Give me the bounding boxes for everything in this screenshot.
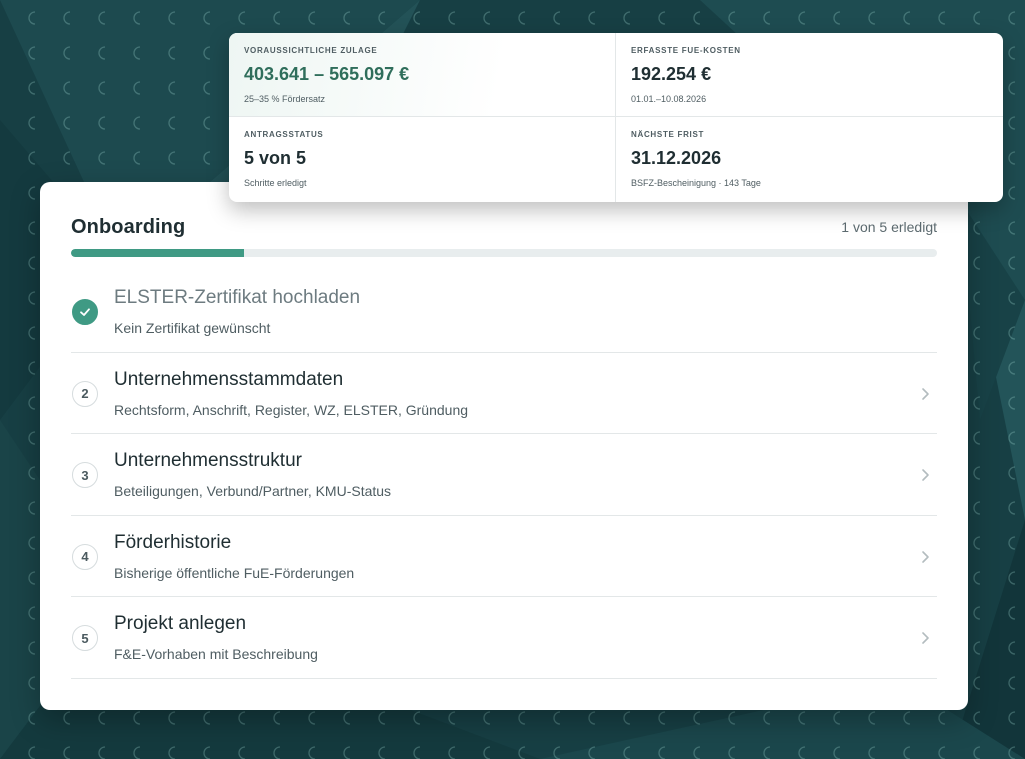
step-title: Förderhistorie	[114, 531, 232, 553]
chevron-right-icon[interactable]	[919, 384, 933, 404]
step-subtitle: Bisherige öffentliche FuE-Förderungen	[114, 564, 355, 581]
kpi-frist: NÄCHSTE FRIST 31.12.2026 BSFZ-Bescheinig…	[616, 117, 1003, 202]
onboarding-progress-fill	[71, 249, 245, 257]
step-subtitle: Beteiligungen, Verbund/Partner, KMU-Stat…	[114, 483, 392, 499]
step-number: 2	[72, 380, 98, 407]
kpi-frist-value: 31.12.2026	[631, 148, 722, 168]
kpi-kosten-sub: 01.01.–10.08.2026	[631, 94, 707, 104]
chevron-right-icon[interactable]	[919, 628, 933, 648]
onboarding-title: Onboarding	[71, 215, 186, 238]
step-subtitle: F&E-Vorhaben mit Beschreibung	[114, 646, 318, 662]
kpi-summary-card: VORAUSSICHTLICHE ZULAGE 403.641 – 565.09…	[229, 33, 1003, 202]
kpi-status-label: ANTRAGSSTATUS	[244, 130, 324, 139]
onboarding-card: Onboarding 1 von 5 erledigt ELSTER-Zerti…	[40, 182, 968, 710]
onboarding-header: Onboarding 1 von 5 erledigt	[71, 216, 937, 238]
kpi-frist-sub: BSFZ-Bescheinigung · 143 Tage	[631, 178, 761, 188]
step-title: Unternehmensstruktur	[114, 450, 302, 471]
kpi-status-value: 5 von 5	[244, 148, 307, 168]
onboarding-progress-count: 1 von 5 erledigt	[841, 219, 937, 235]
step-title: Projekt anlegen	[114, 613, 247, 634]
kpi-zulage-label: VORAUSSICHTLICHE ZULAGE	[244, 46, 378, 55]
kpi-status: ANTRAGSSTATUS 5 von 5 Schritte erledigt	[229, 117, 616, 202]
check-icon	[72, 299, 98, 325]
kpi-zulage-sub: 25–35 % Fördersatz	[244, 94, 326, 104]
kpi-zulage: VORAUSSICHTLICHE ZULAGE 403.641 – 565.09…	[229, 33, 616, 117]
kpi-kosten-label: ERFASSTE FUE-KOSTEN	[631, 46, 741, 55]
step-subtitle: Rechtsform, Anschrift, Register, WZ, ELS…	[114, 401, 469, 418]
onboarding-step[interactable]: 5 Projekt anlegen F&E-Vorhaben mit Beschre…	[71, 597, 937, 679]
onboarding-step[interactable]: ELSTER-Zertifikat hochladen Kein Zertifik…	[71, 271, 937, 353]
step-title: Unternehmensstammdaten	[114, 368, 344, 390]
step-number: 4	[72, 543, 98, 570]
step-number: 3	[72, 462, 98, 488]
kpi-frist-label: NÄCHSTE FRIST	[631, 130, 705, 139]
onboarding-step[interactable]: 4 Förderhistorie Bisherige öffentliche FuE…	[71, 516, 937, 597]
kpi-kosten-value: 192.254 €	[631, 64, 712, 84]
step-title: ELSTER-Zertifikat hochladen	[114, 287, 361, 308]
onboarding-step[interactable]: 2 Unternehmensstammdaten Rechtsform, Ansch…	[71, 353, 937, 434]
step-subtitle: Kein Zertifikat gewünscht	[114, 320, 271, 336]
chevron-right-icon[interactable]	[919, 547, 933, 567]
onboarding-steps: ELSTER-Zertifikat hochladen Kein Zertifik…	[71, 271, 937, 679]
kpi-kosten: ERFASSTE FUE-KOSTEN 192.254 € 01.01.–10.…	[616, 33, 1003, 117]
onboarding-step[interactable]: 3 Unternehmensstruktur Beteiligungen, Verb…	[71, 434, 937, 516]
step-number: 5	[72, 625, 98, 651]
onboarding-progress-bar	[71, 249, 937, 257]
kpi-zulage-value: 403.641 – 565.097 €	[244, 64, 410, 84]
chevron-right-icon[interactable]	[919, 465, 933, 485]
kpi-status-sub: Schritte erledigt	[244, 178, 307, 188]
